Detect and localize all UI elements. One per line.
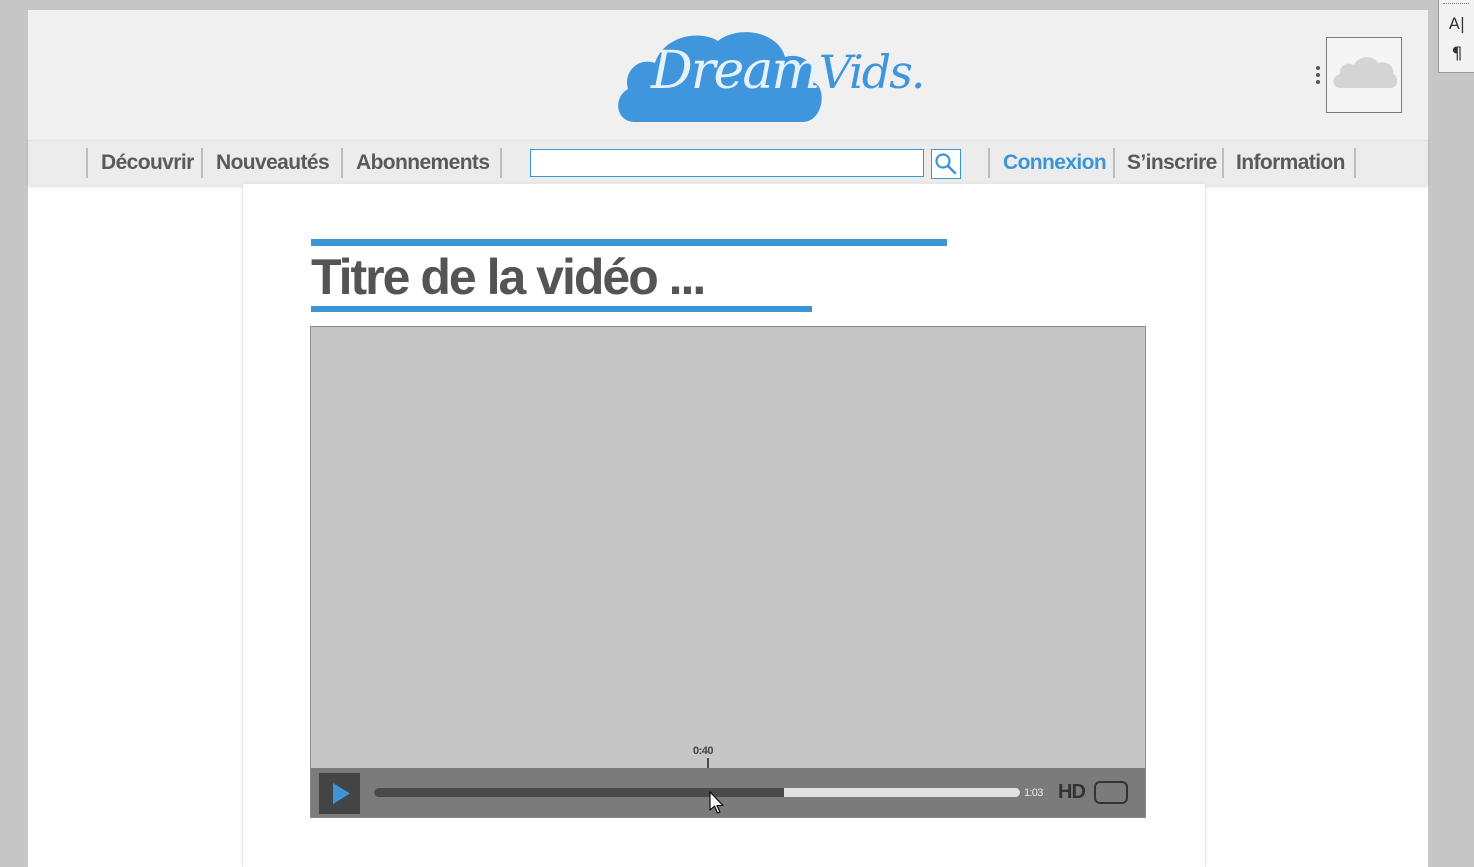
progress-bar[interactable] (374, 788, 1020, 797)
toolbar-grip (1443, 3, 1469, 4)
logo[interactable]: DreamVids. (613, 27, 925, 127)
player-controls: 1:03 HD (311, 768, 1145, 817)
cloud-icon (1333, 57, 1398, 88)
avatar[interactable] (1326, 37, 1402, 113)
nav-item-nouveautes[interactable]: Nouveautés (216, 141, 330, 185)
nav-item-decouvrir[interactable]: Découvrir (101, 141, 194, 185)
nav-item-connexion[interactable]: Connexion (1003, 141, 1107, 185)
play-icon (333, 783, 350, 804)
nav-separator (86, 148, 88, 178)
nav-separator (1354, 148, 1356, 178)
navbar: Découvrir Nouveautés Abonnements Connexi… (28, 140, 1428, 185)
logo-text: DreamVids. (651, 41, 925, 101)
play-button[interactable] (319, 773, 360, 814)
search-button[interactable] (931, 149, 961, 179)
pilcrow-tool-button[interactable]: ¶ (1439, 44, 1474, 64)
nav-separator (201, 148, 203, 178)
nav-item-information[interactable]: Information (1236, 141, 1345, 185)
current-time-label: 0:40 (693, 745, 714, 757)
hd-toggle[interactable]: HD (1058, 781, 1086, 804)
header: DreamVids. (28, 10, 1428, 140)
nav-separator (988, 148, 990, 178)
video-title: Titre de la vidéo ... (311, 249, 706, 305)
kebab-icon[interactable] (1314, 66, 1322, 86)
page: DreamVids. Découvrir Nouveautés Abonneme… (28, 10, 1428, 867)
magnifier-icon (935, 153, 957, 175)
nav-separator (500, 148, 502, 178)
text-cursor-tool-button[interactable]: A| (1439, 14, 1474, 33)
duration-label: 1:03 (1024, 787, 1043, 799)
side-toolbar: A| ¶ (1438, 0, 1474, 73)
nav-separator (341, 148, 343, 178)
title-accent-bar (311, 239, 947, 246)
mouse-cursor-icon (709, 791, 724, 814)
nav-item-sinscrire[interactable]: S’inscrire (1127, 141, 1217, 185)
title-underline-bar (311, 306, 812, 312)
video-player[interactable]: 0:40 1:03 HD (310, 326, 1146, 818)
nav-separator (1113, 148, 1115, 178)
fullscreen-icon[interactable] (1094, 781, 1128, 804)
nav-item-abonnements[interactable]: Abonnements (356, 141, 490, 185)
nav-separator (1222, 148, 1224, 178)
search-input[interactable] (530, 149, 924, 177)
